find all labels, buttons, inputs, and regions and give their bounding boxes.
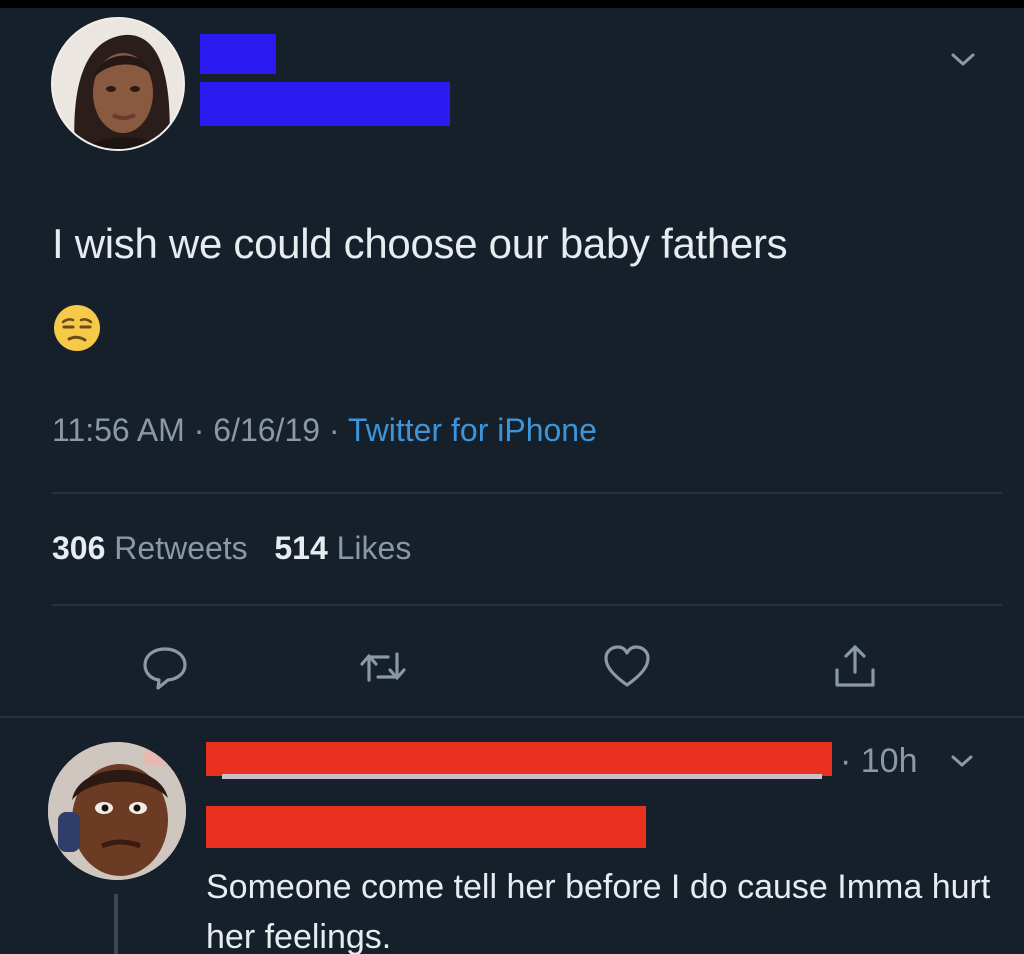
retweet-count: 306 — [52, 530, 106, 566]
retweets-stat[interactable]: 306 Retweets — [52, 530, 257, 566]
tweet-metadata: 11:56 AM · 6/16/19 · Twitter for iPhone — [52, 412, 597, 449]
redacted-reply-name — [206, 742, 832, 776]
tweet-menu-chevron-icon[interactable] — [948, 50, 978, 70]
tweet-text: I wish we could choose our baby fathers — [52, 220, 788, 267]
divider — [52, 492, 1002, 494]
reply-timestamp: · 10h — [840, 742, 918, 780]
divider — [0, 716, 1024, 718]
tweet-date: 6/16/19 — [213, 412, 321, 448]
divider — [52, 604, 1002, 606]
reply-author-avatar[interactable] — [48, 742, 186, 880]
like-count: 514 — [274, 530, 328, 566]
retweet-button[interactable] — [356, 640, 410, 694]
tweet-source-link[interactable]: Twitter for iPhone — [348, 412, 597, 448]
likes-stat[interactable]: 514 Likes — [274, 530, 411, 566]
share-icon — [835, 645, 875, 687]
reply-button[interactable] — [138, 640, 192, 694]
retweet-label: Retweets — [114, 530, 248, 566]
redacted-replying-to — [206, 806, 646, 848]
meta-separator: · — [193, 412, 205, 448]
like-button[interactable] — [600, 640, 654, 694]
retweet-icon — [360, 652, 406, 682]
reply-text: Someone come tell her before I do cause … — [206, 868, 991, 954]
author-avatar[interactable] — [51, 17, 185, 151]
redacted-username — [200, 82, 450, 126]
reply-icon — [143, 647, 187, 690]
redacted-display-name — [200, 34, 276, 74]
author-avatar-image — [53, 19, 183, 149]
tweet-detail-screen: I wish we could choose our baby fathers … — [0, 8, 1024, 954]
meta-separator: · — [328, 412, 340, 448]
unamused-face-icon — [52, 303, 102, 358]
tweet-time: 11:56 AM — [52, 412, 185, 448]
redacted-reply-handle-remnant — [222, 774, 822, 779]
like-icon — [604, 645, 650, 687]
share-button[interactable] — [828, 640, 882, 694]
thread-connector-line — [114, 894, 118, 954]
like-label: Likes — [336, 530, 412, 566]
reply-menu-chevron-icon[interactable] — [948, 752, 976, 772]
tweet-stats: 306 Retweets 514 Likes — [52, 530, 411, 567]
reply-avatar-image — [48, 742, 186, 880]
